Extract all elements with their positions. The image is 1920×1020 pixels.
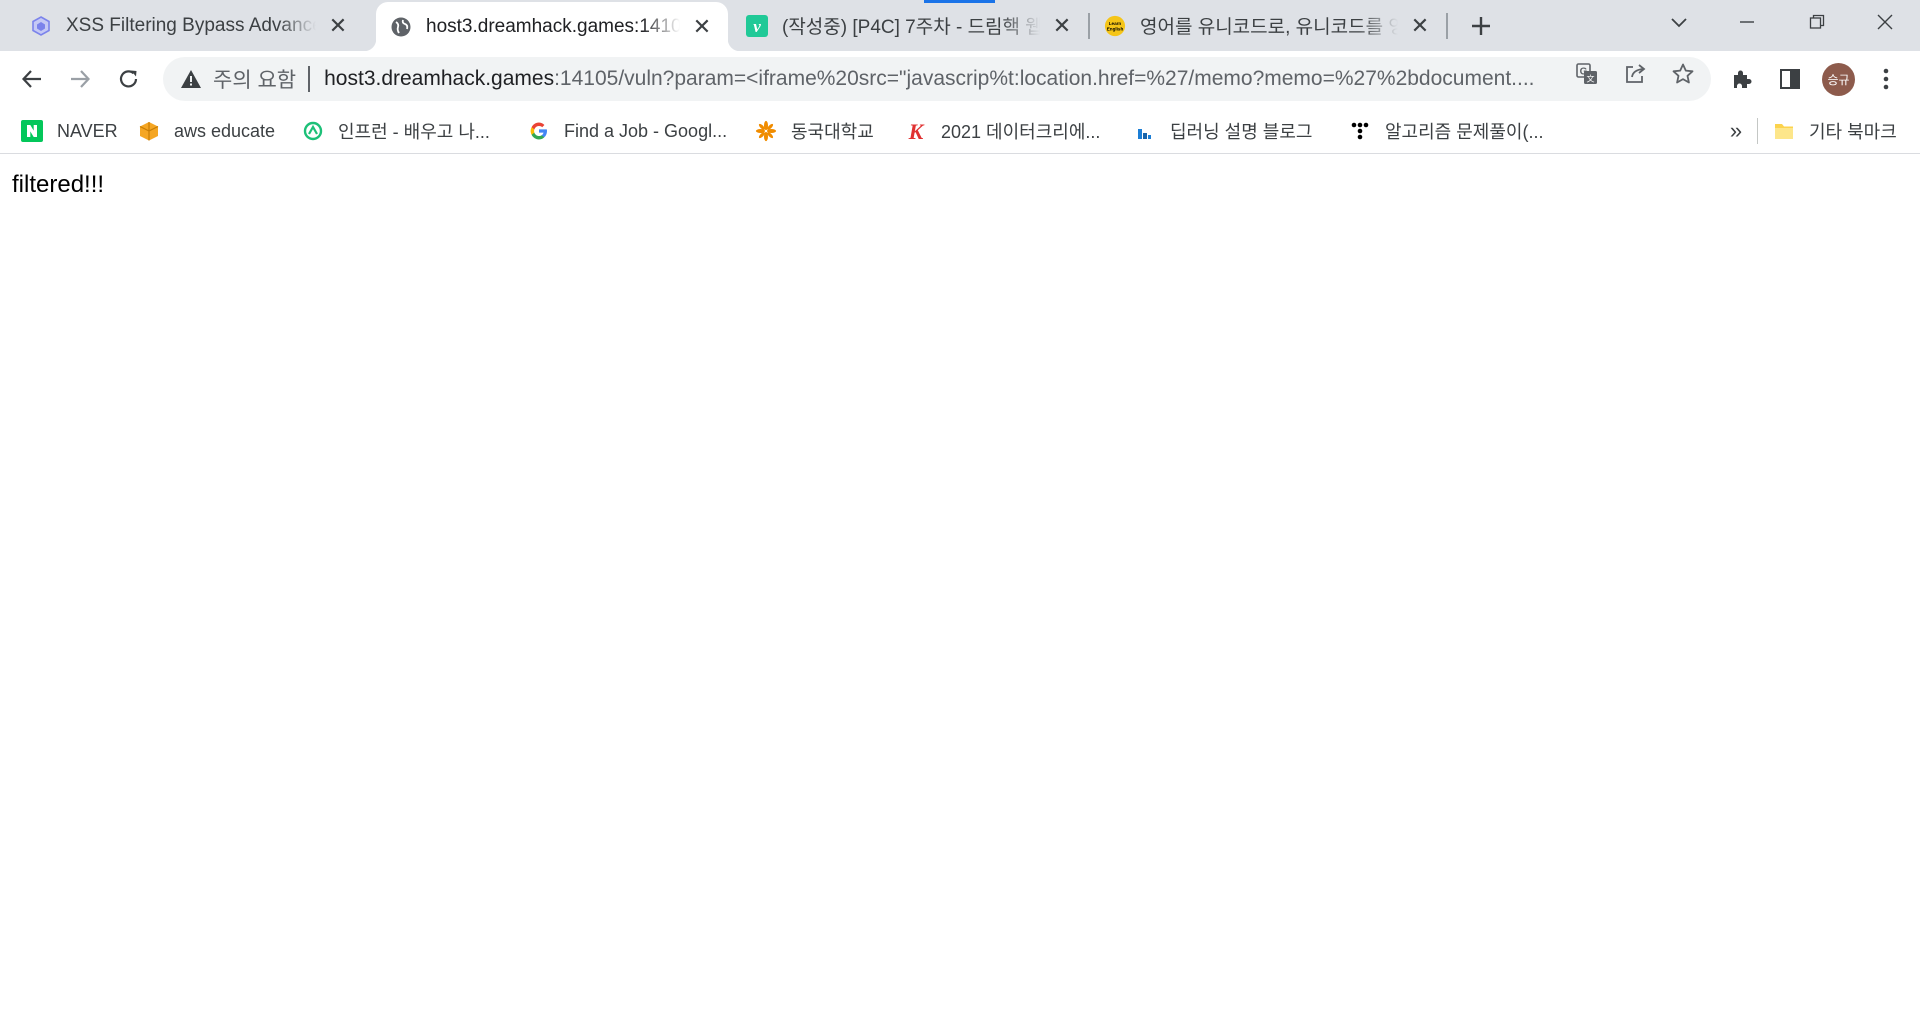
dongguk-icon — [755, 120, 777, 142]
share-button[interactable] — [1620, 59, 1650, 89]
tab-unicode-converter[interactable]: LearnEnglish 영어를 유니코드로, 유니코드를 영어로 ✕ — [1090, 0, 1446, 51]
profile-avatar[interactable]: 승규 — [1822, 63, 1855, 96]
bookmark-label: Find a Job - Googl... — [564, 120, 728, 141]
svg-text:K: K — [908, 120, 925, 142]
close-icon[interactable]: ✕ — [1408, 13, 1432, 38]
browser-toolbar: 주의 요함 host3.dreamhack.games:14105/vuln?p… — [0, 51, 1920, 108]
bookmarks-overflow-button[interactable]: » — [1724, 108, 1748, 154]
plus-icon — [1472, 17, 1490, 35]
bookmark-data-creator[interactable]: K 2021 데이터크리에... — [905, 108, 1101, 154]
puzzle-icon — [1734, 70, 1752, 88]
bookmark-naver[interactable]: NAVER — [21, 108, 118, 154]
back-button[interactable] — [13, 60, 51, 98]
bookmarks-bar: NAVER aws educate 인프런 - 배우고 나... Find a … — [0, 108, 1920, 154]
bookmark-inflearn[interactable]: 인프런 - 배우고 나... — [302, 108, 490, 154]
close-icon[interactable]: ✕ — [326, 13, 350, 38]
security-status-text[interactable]: 주의 요함 — [213, 64, 296, 94]
address-bar[interactable]: 주의 요함 host3.dreamhack.games:14105/vuln?p… — [163, 57, 1711, 101]
aws-icon — [138, 120, 160, 142]
bookmark-label: aws educate — [174, 120, 276, 141]
bookmark-deep-learning-blog[interactable]: 딥러닝 설명 블로그 — [1134, 108, 1312, 154]
k-icon: K — [905, 120, 927, 142]
url-path: :14105/vuln?param=<iframe%20src="javascr… — [554, 67, 1535, 90]
bookmark-label: 딥러닝 설명 블로그 — [1170, 122, 1313, 142]
arrow-left-icon — [21, 70, 41, 88]
chart-icon — [1134, 120, 1156, 142]
reload-icon — [119, 70, 138, 88]
chevron-down-icon — [1671, 18, 1687, 28]
naver-icon — [21, 120, 43, 142]
reload-button[interactable] — [110, 60, 148, 98]
google-icon — [528, 120, 550, 142]
minimize-button[interactable] — [1712, 0, 1782, 44]
translate-button[interactable]: G文 — [1572, 59, 1602, 89]
tab-search-button[interactable] — [1644, 0, 1714, 44]
bookmark-dongguk[interactable]: 동국대학교 — [755, 108, 874, 154]
tab-vuln-active[interactable]: host3.dreamhack.games:14105/vuln ✕ — [364, 2, 740, 51]
url-host: host3.dreamhack.games — [324, 67, 555, 90]
close-icon[interactable]: ✕ — [1050, 13, 1074, 38]
page-content: filtered!!! — [0, 155, 1920, 1020]
side-panel-button[interactable] — [1774, 63, 1806, 95]
tab-separator — [1446, 13, 1448, 39]
bookmark-label: 기타 북마크 — [1809, 122, 1897, 142]
velog-icon: v — [746, 14, 768, 37]
bookmarks-separator — [1757, 118, 1758, 144]
new-tab-button[interactable] — [1464, 9, 1498, 43]
close-icon[interactable]: ✕ — [690, 14, 714, 39]
extensions-button[interactable] — [1726, 63, 1758, 95]
filter-result-message: filtered!!! — [12, 171, 105, 198]
restore-icon — [1809, 14, 1825, 29]
star-icon — [1672, 63, 1694, 84]
close-window-button[interactable] — [1850, 0, 1920, 44]
url-text[interactable]: host3.dreamhack.games:14105/vuln?param=<… — [324, 67, 1554, 91]
bookmark-label: 인프런 - 배우고 나... — [338, 122, 490, 142]
tab-strip: XSS Filtering Bypass Advanced | ✕ host3.… — [0, 0, 1920, 51]
bookmark-star-button[interactable] — [1668, 59, 1698, 89]
bookmark-aws-educate[interactable]: aws educate — [138, 108, 275, 154]
tab-xss-filtering[interactable]: XSS Filtering Bypass Advanced | ✕ — [0, 0, 364, 51]
dots-icon — [1349, 120, 1371, 142]
share-icon — [1626, 64, 1646, 83]
translate-icon: G文 — [1576, 63, 1597, 84]
tab-title: 영어를 유니코드로, 유니코드를 영어로 — [1140, 17, 1398, 38]
more-vertical-icon — [1883, 68, 1889, 90]
bookmark-google-jobs[interactable]: Find a Job - Googl... — [528, 108, 727, 154]
svg-text:v: v — [753, 17, 761, 36]
bookmark-algorithm[interactable]: 알고리즘 문제풀이(... — [1349, 108, 1543, 154]
tab-title: (작성중) [P4C] 7주차 - 드림핵 웹 — [782, 17, 1040, 38]
restore-button[interactable] — [1782, 0, 1852, 44]
tab-title: XSS Filtering Bypass Advanced | — [66, 14, 316, 36]
bookmark-label: 동국대학교 — [791, 122, 874, 142]
omnibox-divider — [308, 66, 311, 92]
warning-icon[interactable] — [179, 67, 203, 91]
arrow-right-icon — [71, 70, 91, 88]
globe-icon — [390, 16, 412, 38]
svg-text:English: English — [1107, 26, 1124, 31]
close-icon — [1877, 14, 1893, 30]
inflearn-icon — [302, 120, 324, 142]
dreamhack-icon — [30, 15, 52, 37]
svg-text:Learn: Learn — [1109, 21, 1122, 26]
tab-title: host3.dreamhack.games:14105/vuln — [426, 15, 680, 37]
learn-english-icon: Learn English — [1104, 15, 1126, 37]
minimize-icon — [1740, 21, 1754, 23]
forward-button[interactable] — [61, 60, 99, 98]
tab-velog-draft[interactable]: v (작성중) [P4C] 7주차 - 드림핵 웹 ✕ — [730, 0, 1088, 51]
bookmark-label: 2021 데이터크리에... — [941, 122, 1101, 142]
menu-button[interactable] — [1870, 63, 1902, 95]
side-panel-icon — [1780, 69, 1800, 89]
folder-icon — [1773, 120, 1795, 142]
bookmark-label: 알고리즘 문제풀이(... — [1385, 122, 1544, 142]
svg-text:文: 文 — [1587, 74, 1595, 84]
bookmark-label: NAVER — [57, 120, 118, 141]
other-bookmarks-folder[interactable]: 기타 북마크 — [1773, 108, 1897, 154]
